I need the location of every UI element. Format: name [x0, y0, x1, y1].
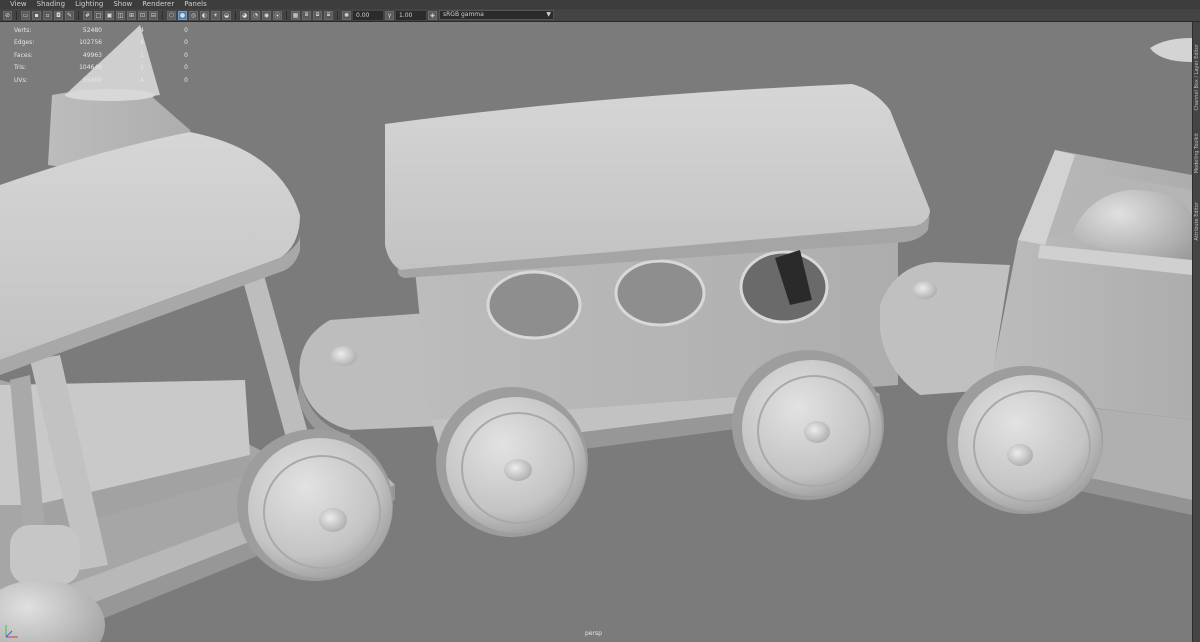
shadows-icon[interactable]: ◒ — [222, 10, 231, 20]
safe-title-icon[interactable]: ⊟ — [149, 10, 158, 20]
safe-action-icon[interactable]: ⊡ — [138, 10, 147, 20]
ambient-occlusion-icon[interactable]: ◕ — [240, 10, 249, 20]
hud-value: 0 — [184, 76, 188, 84]
resolution-gate-icon[interactable]: ▣ — [105, 10, 114, 20]
camera-name-label: persp — [585, 630, 602, 637]
hud-value: 0 — [184, 39, 188, 47]
motion-blur-icon[interactable]: ◔ — [251, 10, 260, 20]
image-plane-icon[interactable]: ▫ — [43, 10, 52, 20]
toolbar-divider — [16, 10, 17, 20]
hud-label: UVs: — [14, 76, 28, 84]
xray-joints-icon[interactable]: ⧇ — [313, 10, 322, 20]
toolbar-divider — [235, 10, 236, 20]
menu-show[interactable]: Show — [113, 0, 132, 9]
tab-label: Modeling Toolkit — [1194, 132, 1200, 174]
locomotive-wheel — [237, 429, 393, 581]
hud-value: 0 — [184, 64, 188, 72]
hud-value: 52480 — [82, 26, 102, 34]
grease-pencil-icon[interactable]: ✎ — [65, 10, 74, 20]
maya-window: View Shading Lighting Show Renderer Pane… — [0, 0, 1200, 642]
toolbar-divider — [337, 10, 338, 20]
hud-value: 104646 — [79, 64, 102, 72]
hud-row-tris: Tris: 104646 2 0 — [14, 62, 188, 75]
hud-value: 102756 — [79, 39, 102, 47]
depth-of-field-icon[interactable]: ⦿ — [273, 10, 282, 20]
hud-value: 4 — [140, 76, 144, 84]
hud-value: 2 — [140, 64, 144, 72]
heads-up-display-poly-count: Verts: 52480 4 0 Edges: 102756 4 0 Faces… — [14, 24, 188, 87]
menu-panels[interactable]: Panels — [184, 0, 207, 9]
menu-renderer[interactable]: Renderer — [142, 0, 174, 9]
xray-icon[interactable]: ⧈ — [302, 10, 311, 20]
toolbar-divider — [162, 10, 163, 20]
field-chart-icon[interactable]: ⊞ — [127, 10, 136, 20]
wireframe-on-shaded-icon[interactable]: ◎ — [189, 10, 198, 20]
xray-components-icon[interactable]: ⧆ — [324, 10, 333, 20]
hud-value: 4 — [140, 26, 144, 34]
multisample-aa-icon[interactable]: ◉ — [262, 10, 271, 20]
2d-pan-zoom-icon[interactable]: ◘ — [54, 10, 63, 20]
wagon-wheel — [947, 366, 1103, 514]
carriage-wheel-right — [732, 350, 884, 500]
carriage-wheel-left — [436, 387, 588, 537]
bookmark-icon[interactable]: ▪ — [32, 10, 41, 20]
textured-icon[interactable]: ◐ — [200, 10, 209, 20]
tab-label: Attribute Editor — [1194, 201, 1200, 241]
color-management-icon[interactable]: ◈ — [428, 10, 437, 20]
panel-menu-bar: View Shading Lighting Show Renderer Pane… — [0, 0, 1200, 9]
tab-label: Channel Box / Layer Editor — [1194, 43, 1200, 111]
scene-render — [0, 22, 1192, 642]
isolate-select-icon[interactable]: ▦ — [291, 10, 300, 20]
tab-attribute-editor[interactable]: Attribute Editor — [1193, 190, 1200, 252]
hud-label: Edges: — [14, 39, 35, 47]
chevron-down-icon: ▼ — [546, 11, 551, 18]
exposure-icon[interactable]: ✺ — [342, 10, 351, 20]
exposure-field[interactable]: 0.00 — [353, 10, 383, 20]
menu-view[interactable]: View — [10, 0, 27, 9]
panel-toolbar: ⊘ ▭ ▪ ▫ ◘ ✎ # □ ▣ ◫ ⊞ ⊡ ⊟ ⬡ ● ◎ ◐ ☀ ◒ ◕ … — [0, 9, 1200, 22]
wireframe-icon[interactable]: ⬡ — [167, 10, 176, 20]
smooth-shade-icon[interactable]: ● — [178, 10, 187, 20]
menu-lighting[interactable]: Lighting — [75, 0, 103, 9]
film-gate-icon[interactable]: □ — [94, 10, 103, 20]
toolbar-divider — [286, 10, 287, 20]
hud-label: Tris: — [14, 64, 27, 72]
perspective-viewport[interactable]: Verts: 52480 4 0 Edges: 102756 4 0 Faces… — [0, 22, 1192, 642]
side-tab-strip: Channel Box / Layer Editor Modeling Tool… — [1192, 22, 1200, 642]
use-all-lights-icon[interactable]: ☀ — [211, 10, 220, 20]
camera-attributes-icon[interactable]: ▭ — [21, 10, 30, 20]
view-axis-icon — [5, 625, 18, 638]
hud-value: 0 — [184, 51, 188, 59]
hud-label: Verts: — [14, 26, 32, 34]
menu-shading[interactable]: Shading — [37, 0, 65, 9]
hud-value: 4 — [140, 39, 144, 47]
hud-row-uvs: UVs: 55460 4 0 — [14, 74, 188, 87]
gamma-icon[interactable]: γ — [385, 10, 394, 20]
toolbar-divider — [78, 10, 79, 20]
hud-value: 55460 — [82, 76, 102, 84]
grid-icon[interactable]: # — [83, 10, 92, 20]
hud-label: Faces: — [14, 51, 33, 59]
gamma-field[interactable]: 1.00 — [396, 10, 426, 20]
hud-row-verts: Verts: 52480 4 0 — [14, 24, 188, 37]
hud-value: 0 — [184, 26, 188, 34]
color-space-value: sRGB gamma — [443, 11, 484, 18]
tab-channel-box[interactable]: Channel Box / Layer Editor — [1193, 32, 1200, 122]
hud-row-edges: Edges: 102756 4 0 — [14, 37, 188, 50]
gate-mask-icon[interactable]: ◫ — [116, 10, 125, 20]
tab-modeling-toolkit[interactable]: Modeling Toolkit — [1193, 122, 1200, 184]
hud-row-faces: Faces: 49963 1 0 — [14, 49, 188, 62]
hud-value: 49963 — [82, 51, 102, 59]
hud-value: 1 — [140, 51, 144, 59]
color-space-dropdown[interactable]: sRGB gamma ▼ — [439, 10, 554, 20]
camera-select-icon[interactable]: ⊘ — [3, 10, 12, 20]
